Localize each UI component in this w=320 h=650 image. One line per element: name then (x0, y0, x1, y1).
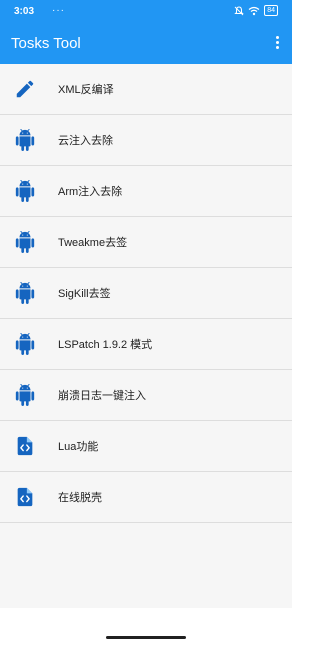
android-icon (15, 384, 35, 406)
battery-indicator: 84 (264, 5, 278, 16)
list-item-tweakme-signature[interactable]: Tweakme去签 (0, 217, 292, 268)
status-time: 3:03 (14, 6, 35, 17)
home-gesture-handle[interactable] (106, 636, 186, 639)
list-item-label: 在线脱壳 (58, 492, 102, 504)
android-icon (15, 180, 35, 202)
pencil-icon (16, 80, 34, 98)
navigation-bar (0, 608, 292, 650)
app-toolbar: Tosks Tool (0, 24, 292, 64)
android-icon (15, 231, 35, 253)
app-title: Tosks Tool (11, 35, 81, 52)
list-item-xml-decompile[interactable]: XML反编译 (0, 64, 292, 115)
status-bar: 3:03 ··· 84 (0, 0, 292, 24)
list-item-label: Tweakme去签 (58, 237, 128, 249)
code-file-icon (17, 487, 33, 507)
list-item-lua-functions[interactable]: Lua功能 (0, 421, 292, 472)
silent-bell-icon (234, 5, 244, 15)
wifi-icon (248, 6, 260, 15)
android-icon (15, 129, 35, 151)
android-icon (15, 282, 35, 304)
list-item-cloud-injection-remove[interactable]: 云注入去除 (0, 115, 292, 166)
app-window: 3:03 ··· 84 Tosks Tool XML反编译 云注入去除 Arm注… (0, 0, 292, 608)
list-item-sigkill-signature[interactable]: SigKill去签 (0, 268, 292, 319)
status-icons: 84 (234, 5, 278, 16)
list-item-lspatch-mode[interactable]: LSPatch 1.9.2 模式 (0, 319, 292, 370)
tool-list: XML反编译 云注入去除 Arm注入去除 Tweakme去签 SigKill去签 (0, 64, 292, 523)
list-item-online-unpack[interactable]: 在线脱壳 (0, 472, 292, 523)
code-file-icon (17, 436, 33, 456)
list-item-label: 云注入去除 (58, 135, 113, 147)
status-notification-dots: ··· (52, 5, 65, 16)
list-item-crash-log-inject[interactable]: 崩溃日志一键注入 (0, 370, 292, 421)
list-item-arm-injection-remove[interactable]: Arm注入去除 (0, 166, 292, 217)
list-item-label: LSPatch 1.9.2 模式 (58, 339, 153, 351)
list-item-label: 崩溃日志一键注入 (58, 390, 146, 402)
list-item-label: XML反编译 (58, 84, 114, 96)
list-item-label: Arm注入去除 (58, 186, 123, 198)
list-item-label: Lua功能 (58, 441, 99, 453)
list-item-label: SigKill去签 (58, 288, 111, 300)
overflow-menu-icon[interactable] (272, 36, 282, 52)
android-icon (15, 333, 35, 355)
